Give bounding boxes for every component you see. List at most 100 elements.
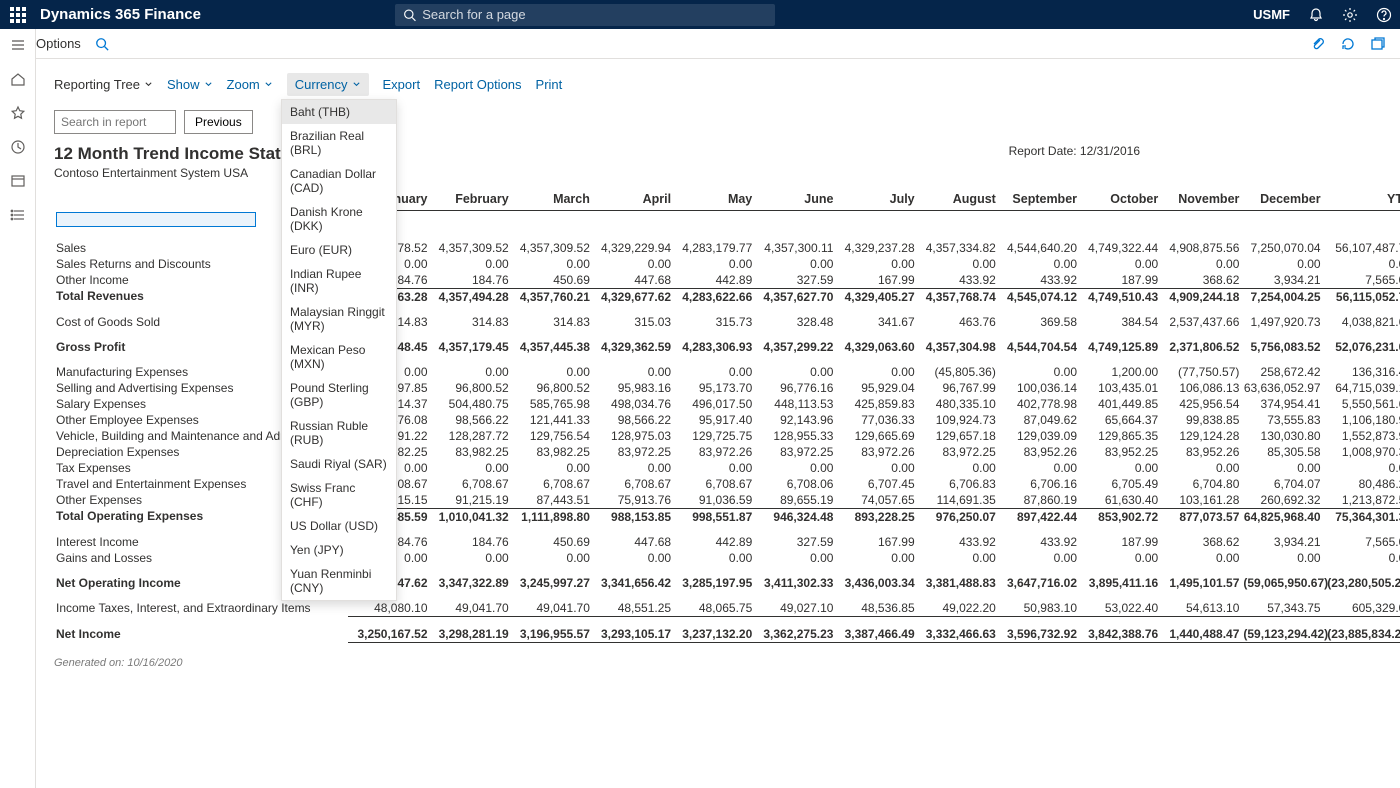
cell-value[interactable]: 5,550,561.60 xyxy=(1323,396,1400,412)
cell-value[interactable]: 83,952.26 xyxy=(1160,444,1241,460)
cell-value[interactable]: 77,036.33 xyxy=(835,412,916,428)
cell-value[interactable]: 7,565.02 xyxy=(1323,272,1400,289)
cell-value[interactable]: (59,065,950.67) xyxy=(1241,566,1322,591)
cell-value[interactable]: 0.00 xyxy=(835,355,916,380)
cell-value[interactable]: 96,800.52 xyxy=(511,380,592,396)
cell-value[interactable]: 49,041.70 xyxy=(511,591,592,617)
cell-value[interactable]: 2,371,806.52 xyxy=(1160,330,1241,355)
cell-value[interactable]: 0.00 xyxy=(430,550,511,566)
help-icon[interactable] xyxy=(1376,7,1392,23)
cell-value[interactable]: 4,749,125.89 xyxy=(1079,330,1160,355)
cell-value[interactable]: 433.92 xyxy=(998,272,1079,289)
currency-option[interactable]: Russian Ruble (RUB) xyxy=(282,414,396,452)
cell-value[interactable]: 129,756.54 xyxy=(511,428,592,444)
gear-icon[interactable] xyxy=(1342,7,1358,23)
cell-value[interactable]: 83,982.25 xyxy=(511,444,592,460)
cell-value[interactable]: 447.68 xyxy=(592,272,673,289)
cell-value[interactable]: 3,196,955.57 xyxy=(511,616,592,642)
cell-value[interactable]: 87,443.51 xyxy=(511,492,592,509)
cell-value[interactable]: 3,245,997.27 xyxy=(511,566,592,591)
cell-value[interactable]: 83,972.25 xyxy=(754,444,835,460)
cell-value[interactable]: 129,725.75 xyxy=(673,428,754,444)
cell-value[interactable]: 4,329,677.62 xyxy=(592,288,673,305)
cell-value[interactable]: 1,111,898.80 xyxy=(511,508,592,525)
cell-value[interactable]: 6,708.67 xyxy=(592,476,673,492)
cell-value[interactable]: 87,049.62 xyxy=(998,412,1079,428)
cell-value[interactable]: 433.92 xyxy=(917,525,998,550)
cell-value[interactable]: 1,106,180.94 xyxy=(1323,412,1400,428)
currency-option[interactable]: Malaysian Ringgit (MYR) xyxy=(282,300,396,338)
cell-value[interactable]: (23,280,505.27) xyxy=(1323,566,1400,591)
cell-value[interactable]: 129,865.35 xyxy=(1079,428,1160,444)
cell-value[interactable]: 48,065.75 xyxy=(673,591,754,617)
hamburger-icon[interactable] xyxy=(10,37,26,53)
cell-value[interactable]: 0.00 xyxy=(917,256,998,272)
cell-value[interactable]: 4,545,074.12 xyxy=(998,288,1079,305)
cell-value[interactable]: 128,975.03 xyxy=(592,428,673,444)
cell-value[interactable]: 129,657.18 xyxy=(917,428,998,444)
cell-value[interactable]: 0.00 xyxy=(835,550,916,566)
cell-value[interactable]: 130,030.80 xyxy=(1241,428,1322,444)
cell-value[interactable]: 447.68 xyxy=(592,525,673,550)
app-launcher-icon[interactable] xyxy=(8,5,28,25)
cell-value[interactable]: 315.73 xyxy=(673,305,754,330)
cell-value[interactable]: 83,972.26 xyxy=(673,444,754,460)
cell-value[interactable]: 0.00 xyxy=(1241,550,1322,566)
cell-value[interactable]: 83,952.26 xyxy=(998,444,1079,460)
clock-icon[interactable] xyxy=(10,139,26,155)
cell-value[interactable]: 1,440,488.47 xyxy=(1160,616,1241,642)
cell-value[interactable]: 425,859.83 xyxy=(835,396,916,412)
cell-value[interactable]: 187.99 xyxy=(1079,272,1160,289)
cell-value[interactable]: 0.00 xyxy=(917,460,998,476)
cell-value[interactable]: 368.62 xyxy=(1160,525,1241,550)
cell-value[interactable]: 4,357,304.98 xyxy=(917,330,998,355)
cell-value[interactable]: 4,357,445.38 xyxy=(511,330,592,355)
home-icon[interactable] xyxy=(10,71,26,87)
cell-value[interactable]: 50,983.10 xyxy=(998,591,1079,617)
cell-value[interactable]: 480,335.10 xyxy=(917,396,998,412)
cell-value[interactable]: 6,704.07 xyxy=(1241,476,1322,492)
cell-value[interactable]: (59,123,294.42) xyxy=(1241,616,1322,642)
cell-value[interactable]: 1,010,041.32 xyxy=(430,508,511,525)
cell-value[interactable]: 96,776.16 xyxy=(754,380,835,396)
cell-value[interactable]: 3,381,488.83 xyxy=(917,566,998,591)
cell-value[interactable]: 0.00 xyxy=(592,550,673,566)
cell-value[interactable]: 83,972.25 xyxy=(917,444,998,460)
cell-value[interactable]: 3,934.21 xyxy=(1241,525,1322,550)
cell-value[interactable]: 1,552,873.98 xyxy=(1323,428,1400,444)
cell-value[interactable]: 95,173.70 xyxy=(673,380,754,396)
cell-value[interactable]: 877,073.57 xyxy=(1160,508,1241,525)
cell-value[interactable]: 0.00 xyxy=(1160,460,1241,476)
cell-value[interactable]: 65,664.37 xyxy=(1079,412,1160,428)
cell-value[interactable]: 129,124.28 xyxy=(1160,428,1241,444)
find-icon[interactable] xyxy=(95,37,109,51)
cell-value[interactable]: 83,972.26 xyxy=(835,444,916,460)
currency-option[interactable]: Pound Sterling (GBP) xyxy=(282,376,396,414)
cell-value[interactable]: 184.76 xyxy=(430,525,511,550)
previous-button[interactable]: Previous xyxy=(184,110,253,134)
cell-value[interactable]: 98,566.22 xyxy=(430,412,511,428)
report-options-button[interactable]: Report Options xyxy=(434,77,521,92)
reporting-tree-menu[interactable]: Reporting Tree xyxy=(54,77,153,92)
cell-value[interactable]: 184.76 xyxy=(430,272,511,289)
currency-option[interactable]: Euro (EUR) xyxy=(282,238,396,262)
cell-value[interactable]: 585,765.98 xyxy=(511,396,592,412)
cell-value[interactable]: 0.00 xyxy=(1323,460,1400,476)
cell-value[interactable]: 384.54 xyxy=(1079,305,1160,330)
cell-value[interactable]: 83,982.25 xyxy=(430,444,511,460)
cell-value[interactable]: 0.00 xyxy=(1241,460,1322,476)
cell-value[interactable]: 85,305.58 xyxy=(1241,444,1322,460)
cell-value[interactable]: 89,655.19 xyxy=(754,492,835,509)
cell-value[interactable]: 4,038,821.67 xyxy=(1323,305,1400,330)
cell-value[interactable]: 0.00 xyxy=(998,256,1079,272)
cell-value[interactable]: 0.00 xyxy=(511,550,592,566)
cell-value[interactable]: 463.76 xyxy=(917,305,998,330)
cell-value[interactable]: 0.00 xyxy=(1323,256,1400,272)
cell-value[interactable]: 4,749,510.43 xyxy=(1079,288,1160,305)
cell-value[interactable]: 64,715,039.19 xyxy=(1323,380,1400,396)
currency-option[interactable]: Yen (JPY) xyxy=(282,538,396,562)
cell-value[interactable]: 3,347,322.89 xyxy=(430,566,511,591)
cell-value[interactable]: 129,665.69 xyxy=(835,428,916,444)
cell-value[interactable]: 95,983.16 xyxy=(592,380,673,396)
cell-value[interactable]: 946,324.48 xyxy=(754,508,835,525)
